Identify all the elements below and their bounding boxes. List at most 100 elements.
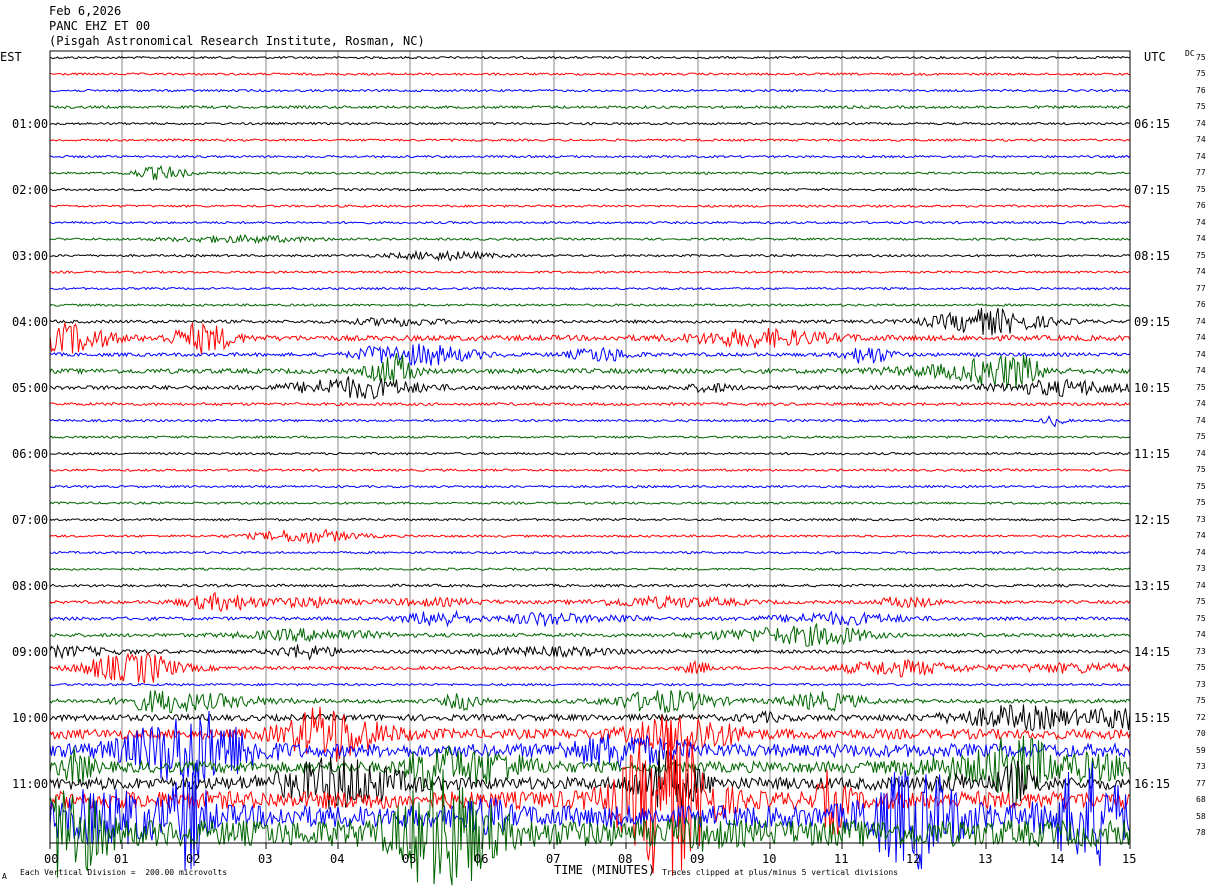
- trace-group: [49, 55, 1131, 886]
- dc-offset-label: 75: [1196, 481, 1206, 491]
- x-axis-title: TIME (MINUTES): [554, 863, 656, 877]
- plot-grid: [121, 51, 1059, 843]
- dc-offset-label: 74: [1196, 580, 1206, 590]
- x-tick-label: 15: [1122, 852, 1137, 866]
- trace-row: [49, 154, 1131, 159]
- trace-row: [49, 415, 1131, 428]
- utc-hour-label: 09:15: [1134, 314, 1171, 329]
- x-tick-label: 10: [762, 852, 777, 866]
- trace-row: [49, 583, 1131, 588]
- dc-offset-label: 76: [1196, 85, 1206, 95]
- trace-row: [49, 233, 1131, 245]
- dc-offset-label: 74: [1196, 399, 1206, 409]
- seismogram-plot: [49, 50, 1131, 886]
- trace-row: [49, 703, 1131, 732]
- dc-offset-label: 70: [1196, 729, 1206, 739]
- trace-row: [49, 609, 1131, 628]
- dc-offset-label: 77: [1196, 168, 1206, 178]
- dc-offset-label: 73: [1196, 646, 1206, 656]
- trace-row: [49, 138, 1131, 142]
- dc-offset-label: 74: [1196, 118, 1206, 128]
- trace-row: [49, 270, 1131, 275]
- est-hour-label: 05:00: [12, 380, 49, 395]
- trace-row: [49, 528, 1131, 545]
- dc-offset-label: 58: [1196, 811, 1206, 821]
- utc-hour-label: 07:15: [1134, 182, 1171, 197]
- dc-offset-label: 74: [1196, 366, 1206, 376]
- x-tick-label: 09: [690, 852, 705, 866]
- trace-row: [49, 343, 1131, 367]
- trace-row: [49, 567, 1131, 572]
- trace-row: [49, 682, 1131, 687]
- clip-note: Traces clipped at plus/minus 5 vertical …: [662, 868, 899, 877]
- trace-row: [49, 689, 1131, 714]
- dc-offset-label: 68: [1196, 795, 1206, 805]
- trace-row: [49, 220, 1131, 225]
- trace-row: [49, 484, 1131, 489]
- trace-row: [49, 376, 1131, 400]
- est-hour-label: 02:00: [12, 182, 49, 197]
- dc-offset-label: 75: [1196, 613, 1206, 623]
- dc-offset-label: 74: [1196, 630, 1206, 640]
- trace-row: [49, 517, 1131, 522]
- trace-row: [49, 249, 1131, 262]
- dc-offset-label: 74: [1196, 267, 1206, 277]
- trace-row: [49, 88, 1131, 93]
- x-tick-label: 11: [834, 852, 849, 866]
- dc-offset-label: 75: [1196, 597, 1206, 607]
- dc-offset-label: 77: [1196, 283, 1206, 293]
- trace-row: [49, 121, 1131, 126]
- dc-offset-label: 76: [1196, 300, 1206, 310]
- dc-offset-label: 74: [1196, 448, 1206, 458]
- trace-row: [49, 468, 1131, 473]
- plot-frame: [49, 50, 1131, 844]
- x-tick-label: 14: [1050, 852, 1065, 866]
- x-tick-label: 12: [906, 852, 921, 866]
- utc-hour-label: 11:15: [1134, 446, 1171, 461]
- est-hour-label: 01:00: [12, 116, 49, 131]
- trace-row: [49, 72, 1131, 76]
- dc-offset-label: 75: [1196, 184, 1206, 194]
- est-hour-label: 04:00: [12, 314, 49, 329]
- corner-mark: A: [2, 872, 7, 881]
- dc-offset-label: 74: [1196, 217, 1206, 227]
- dc-offset-label: 73: [1196, 564, 1206, 574]
- utc-hour-label: 10:15: [1134, 380, 1171, 395]
- dc-offset-label: 73: [1196, 679, 1206, 689]
- utc-hour-label: 12:15: [1134, 512, 1171, 527]
- est-hour-label: 09:00: [12, 644, 49, 659]
- utc-hour-label: 16:15: [1134, 776, 1171, 791]
- trace-row: [49, 104, 1131, 110]
- est-hour-label: 11:00: [12, 776, 49, 791]
- trace-row: [49, 307, 1131, 336]
- dc-offset-label: 75: [1196, 250, 1206, 260]
- trace-row: [49, 286, 1131, 291]
- x-tick-label: 03: [258, 852, 273, 866]
- trace-row: [49, 762, 1131, 871]
- trace-row: [49, 501, 1131, 506]
- trace-row: [49, 550, 1131, 555]
- trace-row: [49, 55, 1131, 60]
- trace-row: [49, 652, 1131, 684]
- dc-offset-label: 74: [1196, 547, 1206, 557]
- utc-hour-label: 15:15: [1134, 710, 1171, 725]
- trace-row: [49, 303, 1131, 308]
- x-tick-label: 02: [186, 852, 201, 866]
- dc-offset-label: 75: [1196, 432, 1206, 442]
- trace-row: [49, 353, 1131, 389]
- dc-offset-label: 75: [1196, 465, 1206, 475]
- dc-offset-label: 74: [1196, 333, 1206, 343]
- trace-row: [49, 710, 1131, 787]
- utc-hour-label: 14:15: [1134, 644, 1171, 659]
- dc-offset-label: 74: [1196, 531, 1206, 541]
- trace-row: [49, 591, 1131, 613]
- dc-offset-label: 72: [1196, 712, 1206, 722]
- dc-offset-label: 74: [1196, 415, 1206, 425]
- utc-hour-label: 06:15: [1134, 116, 1171, 131]
- x-tick-label: 06: [474, 852, 489, 866]
- dc-offset-label: 75: [1196, 382, 1206, 392]
- dc-offset-label: 75: [1196, 663, 1206, 673]
- est-hour-label: 08:00: [12, 578, 49, 593]
- est-hour-label: 06:00: [12, 446, 49, 461]
- dc-offset-label: 74: [1196, 135, 1206, 145]
